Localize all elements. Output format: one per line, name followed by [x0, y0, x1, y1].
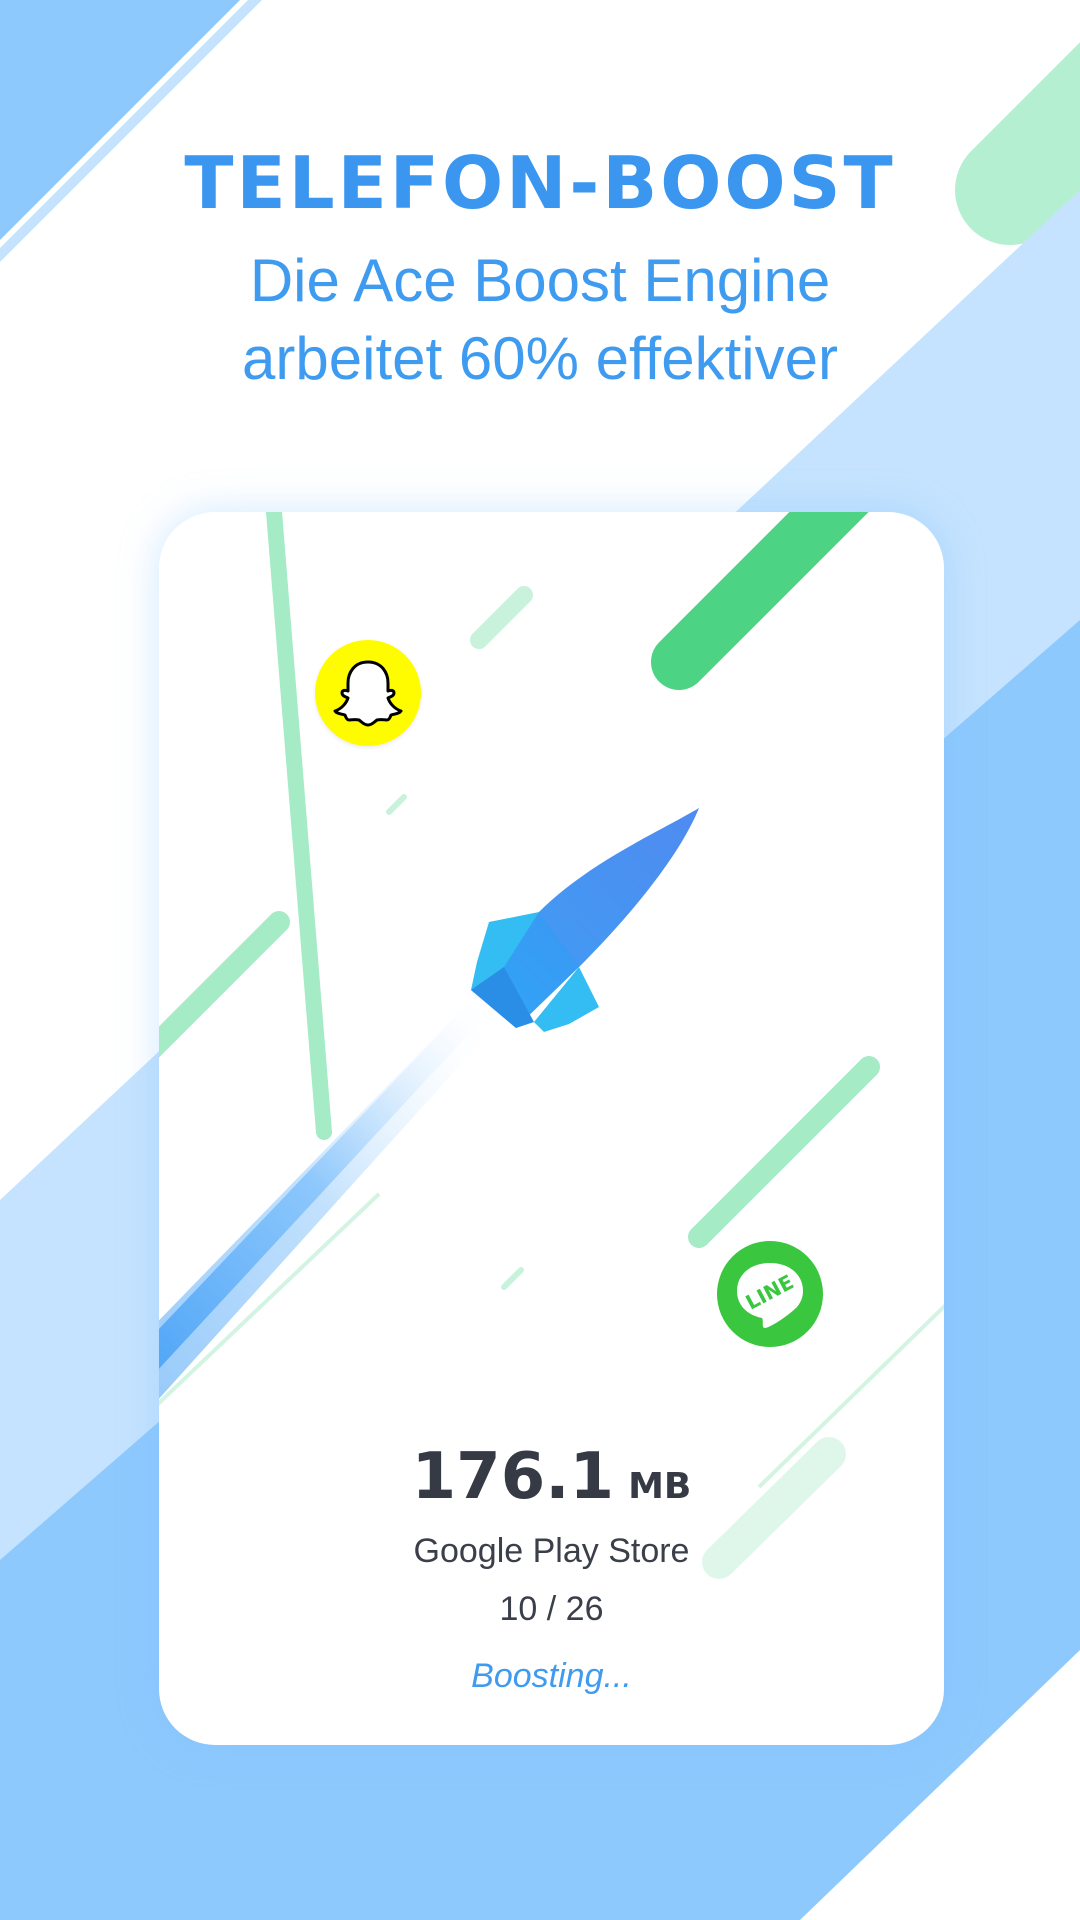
- page-subtitle: Die Ace Boost Engine arbeitet 60% effekt…: [0, 242, 1080, 398]
- size-unit: MB: [628, 1466, 692, 1507]
- subtitle-line-1: Die Ace Boost Engine: [249, 247, 831, 314]
- progress-count: 10 / 26: [499, 1590, 604, 1628]
- streak-green-mid: [266, 512, 332, 1140]
- rocket-trail-wide: [159, 1012, 499, 1399]
- page-title: TELEFON-BOOST: [184, 141, 896, 225]
- freed-size: 176.1 MB: [159, 1440, 944, 1514]
- current-app-name: Google Play Store: [413, 1532, 690, 1570]
- rocket-icon: [471, 808, 699, 1032]
- streak-green-left: [159, 911, 290, 1058]
- snapchat-icon: [315, 640, 421, 746]
- streak-green-tiny: [386, 794, 407, 815]
- line-icon: LINE: [717, 1241, 823, 1347]
- size-value: 176.1: [411, 1440, 615, 1514]
- status-text: Boosting...: [471, 1657, 632, 1695]
- streak-green-mini: [501, 1267, 524, 1290]
- streak-green-large: [651, 512, 869, 690]
- streak-green-right: [688, 1056, 880, 1248]
- promo-screen: TELEFON-BOOST Die Ace Boost Engine arbei…: [0, 0, 1080, 1920]
- boost-card: LINE 176.1 MB Google Play Store 10 / 26 B…: [159, 512, 944, 1745]
- subtitle-line-2: arbeitet 60% effektiver: [242, 325, 838, 392]
- streak-green-small: [470, 586, 533, 649]
